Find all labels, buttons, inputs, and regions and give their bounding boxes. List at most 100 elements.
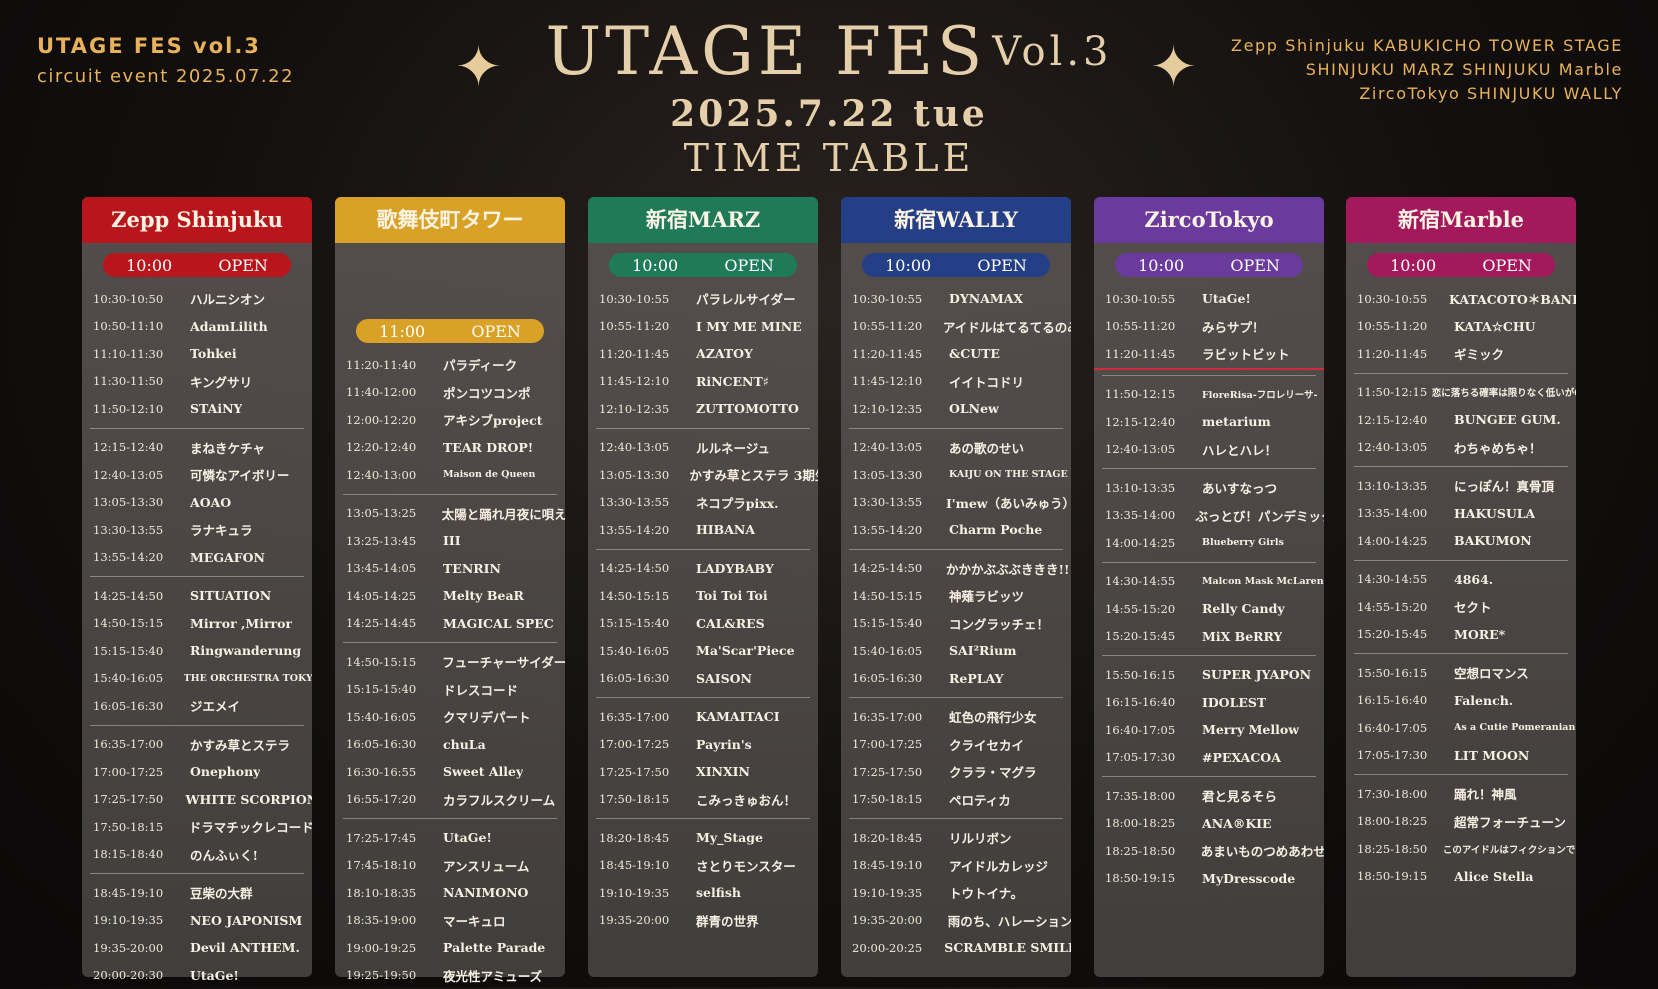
slot-time: 16:05-16:30	[346, 737, 443, 751]
timetable-row: 18:45-19:10豆柴の大群	[82, 879, 312, 907]
group-divider	[1102, 655, 1316, 656]
slot-time: 15:15-15:40	[852, 616, 949, 630]
performer-name: ぶっとび！パンデミック	[1195, 506, 1324, 525]
performer-name: 群青の世界	[696, 911, 759, 930]
slot-time: 10:55-11:20	[599, 319, 696, 333]
performer-name: RiNCENT♯	[696, 374, 769, 389]
group-divider	[1102, 375, 1316, 376]
performer-name: BUNGEE GUM.	[1454, 412, 1561, 427]
timetable-row: 18:25-18:50このアイドルはフィクションです。	[1346, 835, 1576, 863]
group-divider	[90, 576, 304, 577]
slot-time: 13:05-13:30	[852, 468, 949, 482]
timetable-row: 17:50-18:15ドラマチックレコード	[82, 813, 312, 841]
slot-time: 12:40-13:05	[852, 440, 949, 454]
performer-name: My_Stage	[696, 830, 763, 845]
performer-name: ドラマチックレコード	[189, 817, 312, 836]
venue-column: Zepp Shinjuku10:00OPEN10:30-10:50ハルニシオン1…	[82, 197, 312, 977]
performer-name: Charm Poche	[949, 522, 1042, 537]
timetable-row: 15:15-15:40Ringwanderung	[82, 637, 312, 665]
timetable-row: 11:45-12:10RiNCENT♯	[588, 368, 818, 396]
slot-time: 14:30-14:55	[1105, 574, 1202, 588]
group-divider	[343, 818, 557, 819]
timetable-row: 17:30-18:00踊れ！神風	[1346, 780, 1576, 808]
performer-name: かかかぶぶぶききき!!!	[946, 559, 1071, 578]
slot-time: 18:20-18:45	[852, 831, 949, 845]
timetable-row: 11:50-12:15恋に落ちる確率は限りなく低いが0じゃない	[1346, 379, 1576, 407]
performer-name: DYNAMAX	[949, 291, 1023, 306]
slot-time: 17:30-18:00	[1357, 787, 1454, 801]
timetable-row: 19:35-20:00Devil ANTHEM.	[82, 934, 312, 962]
performer-name: CAL&RES	[696, 616, 765, 631]
timetable-row: 13:30-13:55ネコプラpixx.	[588, 489, 818, 517]
slot-time: 14:00-14:25	[1357, 534, 1454, 548]
group-divider	[849, 549, 1063, 550]
performer-name: Onephony	[190, 764, 260, 779]
timetable-row: 17:25-17:50WHITE SCORPION	[82, 786, 312, 814]
slot-time: 13:30-13:55	[599, 495, 696, 509]
performer-name: 空想ロマンス	[1454, 663, 1529, 682]
performer-name: まねきケチャ	[190, 438, 265, 457]
performer-name: #PEXACOA	[1202, 750, 1281, 765]
slot-time: 12:40-13:00	[346, 468, 443, 482]
group-divider	[596, 549, 810, 550]
performer-name: このアイドルはフィクションです。	[1443, 842, 1576, 856]
timetable-row: 16:05-16:30ジエメイ	[82, 692, 312, 720]
timetable-row: 16:30-16:55Sweet Alley	[335, 758, 565, 786]
performer-name: ジエメイ	[190, 696, 240, 715]
slot-time: 15:40-16:05	[599, 644, 696, 658]
slot-time: 15:15-15:40	[599, 616, 696, 630]
slot-time: 11:50-12:15	[1357, 385, 1432, 399]
slot-time: 13:55-14:20	[852, 523, 949, 537]
slot-time: 10:30-10:55	[852, 292, 949, 306]
slot-time: 12:10-12:35	[599, 402, 696, 416]
performer-name: 神薙ラビッツ	[949, 586, 1024, 605]
timetable-row: 17:45-18:10アンスリューム	[335, 852, 565, 880]
timetable-row: 12:20-12:40TEAR DROP!	[335, 434, 565, 462]
slot-time: 12:40-13:05	[1105, 442, 1202, 456]
timetable-row: 10:55-11:20I MY ME MINE	[588, 313, 818, 341]
title-date: 2025.7.22 tue	[0, 94, 1658, 134]
timetable-row: 17:25-17:45UtaGe!	[335, 824, 565, 852]
performer-name: Devil ANTHEM.	[190, 940, 300, 955]
timetable-row: 13:45-14:05TENRIN	[335, 555, 565, 583]
timetable-row: 14:25-14:50LADYBABY	[588, 555, 818, 583]
performer-name: ラナキュラ	[190, 520, 253, 539]
slot-time: 15:40-16:05	[346, 710, 443, 724]
slot-time: 16:15-16:40	[1357, 693, 1454, 707]
timetable-row: 13:05-13:30KAIJU ON THE STAGE	[841, 461, 1071, 489]
slot-time: 14:25-14:50	[599, 561, 696, 575]
timetable-row: 15:15-15:40ドレスコード	[335, 676, 565, 704]
slot-time: 10:55-11:20	[1105, 319, 1202, 333]
open-label: OPEN	[471, 322, 521, 341]
timetable-row: 18:00-18:25超常フォーチューン	[1346, 808, 1576, 836]
title-main: UTAGE FESVol.3	[0, 14, 1658, 90]
performer-name: NANIMONO	[443, 885, 528, 900]
timetable-row: 10:55-11:20KATA☆CHU	[1346, 313, 1576, 341]
slot-time: 17:05-17:30	[1357, 748, 1454, 762]
slot-time: 12:15-12:40	[1357, 413, 1454, 427]
slot-time: 13:10-13:35	[1105, 481, 1202, 495]
timetable-row: 18:25-18:50あまいものつめあわせ	[1094, 837, 1324, 865]
performer-name: ペロティカ	[949, 790, 1011, 809]
performer-name: Toi Toi Toi	[696, 588, 768, 603]
performer-name: 踊れ！神風	[1454, 784, 1517, 803]
performer-name: 虹色の飛行少女	[949, 707, 1037, 726]
performer-name: あいすなっつ	[1202, 478, 1277, 497]
performer-name: UtaGe!	[1202, 291, 1251, 306]
slot-time: 14:25-14:50	[852, 561, 946, 575]
timetable-row: 13:05-13:30かすみ草とステラ 3期生	[588, 461, 818, 489]
performer-name: 豆柴の大群	[190, 883, 253, 902]
slot-time: 16:40-17:05	[1357, 721, 1454, 735]
performer-name: にっぽん！真骨頂	[1454, 476, 1554, 495]
venue-column: ZircoTokyo10:00OPEN10:30-10:55UtaGe!10:5…	[1094, 197, 1324, 977]
slot-time: 11:45-12:10	[852, 374, 949, 388]
timetable-row: 16:05-16:30SAISON	[588, 665, 818, 693]
performer-name: KATA☆CHU	[1454, 319, 1536, 334]
timetable-row: 13:55-14:20MEGAFON	[82, 544, 312, 572]
performer-name: みらサプ！	[1202, 317, 1265, 336]
performer-name: コングラッチェ！	[949, 614, 1049, 633]
performer-name: UtaGe!	[190, 968, 239, 983]
open-time-badge: 10:00OPEN	[1115, 253, 1303, 277]
performer-name: SCRAMBLE SMILE	[944, 940, 1071, 955]
venue-header: ZircoTokyo	[1094, 197, 1324, 243]
